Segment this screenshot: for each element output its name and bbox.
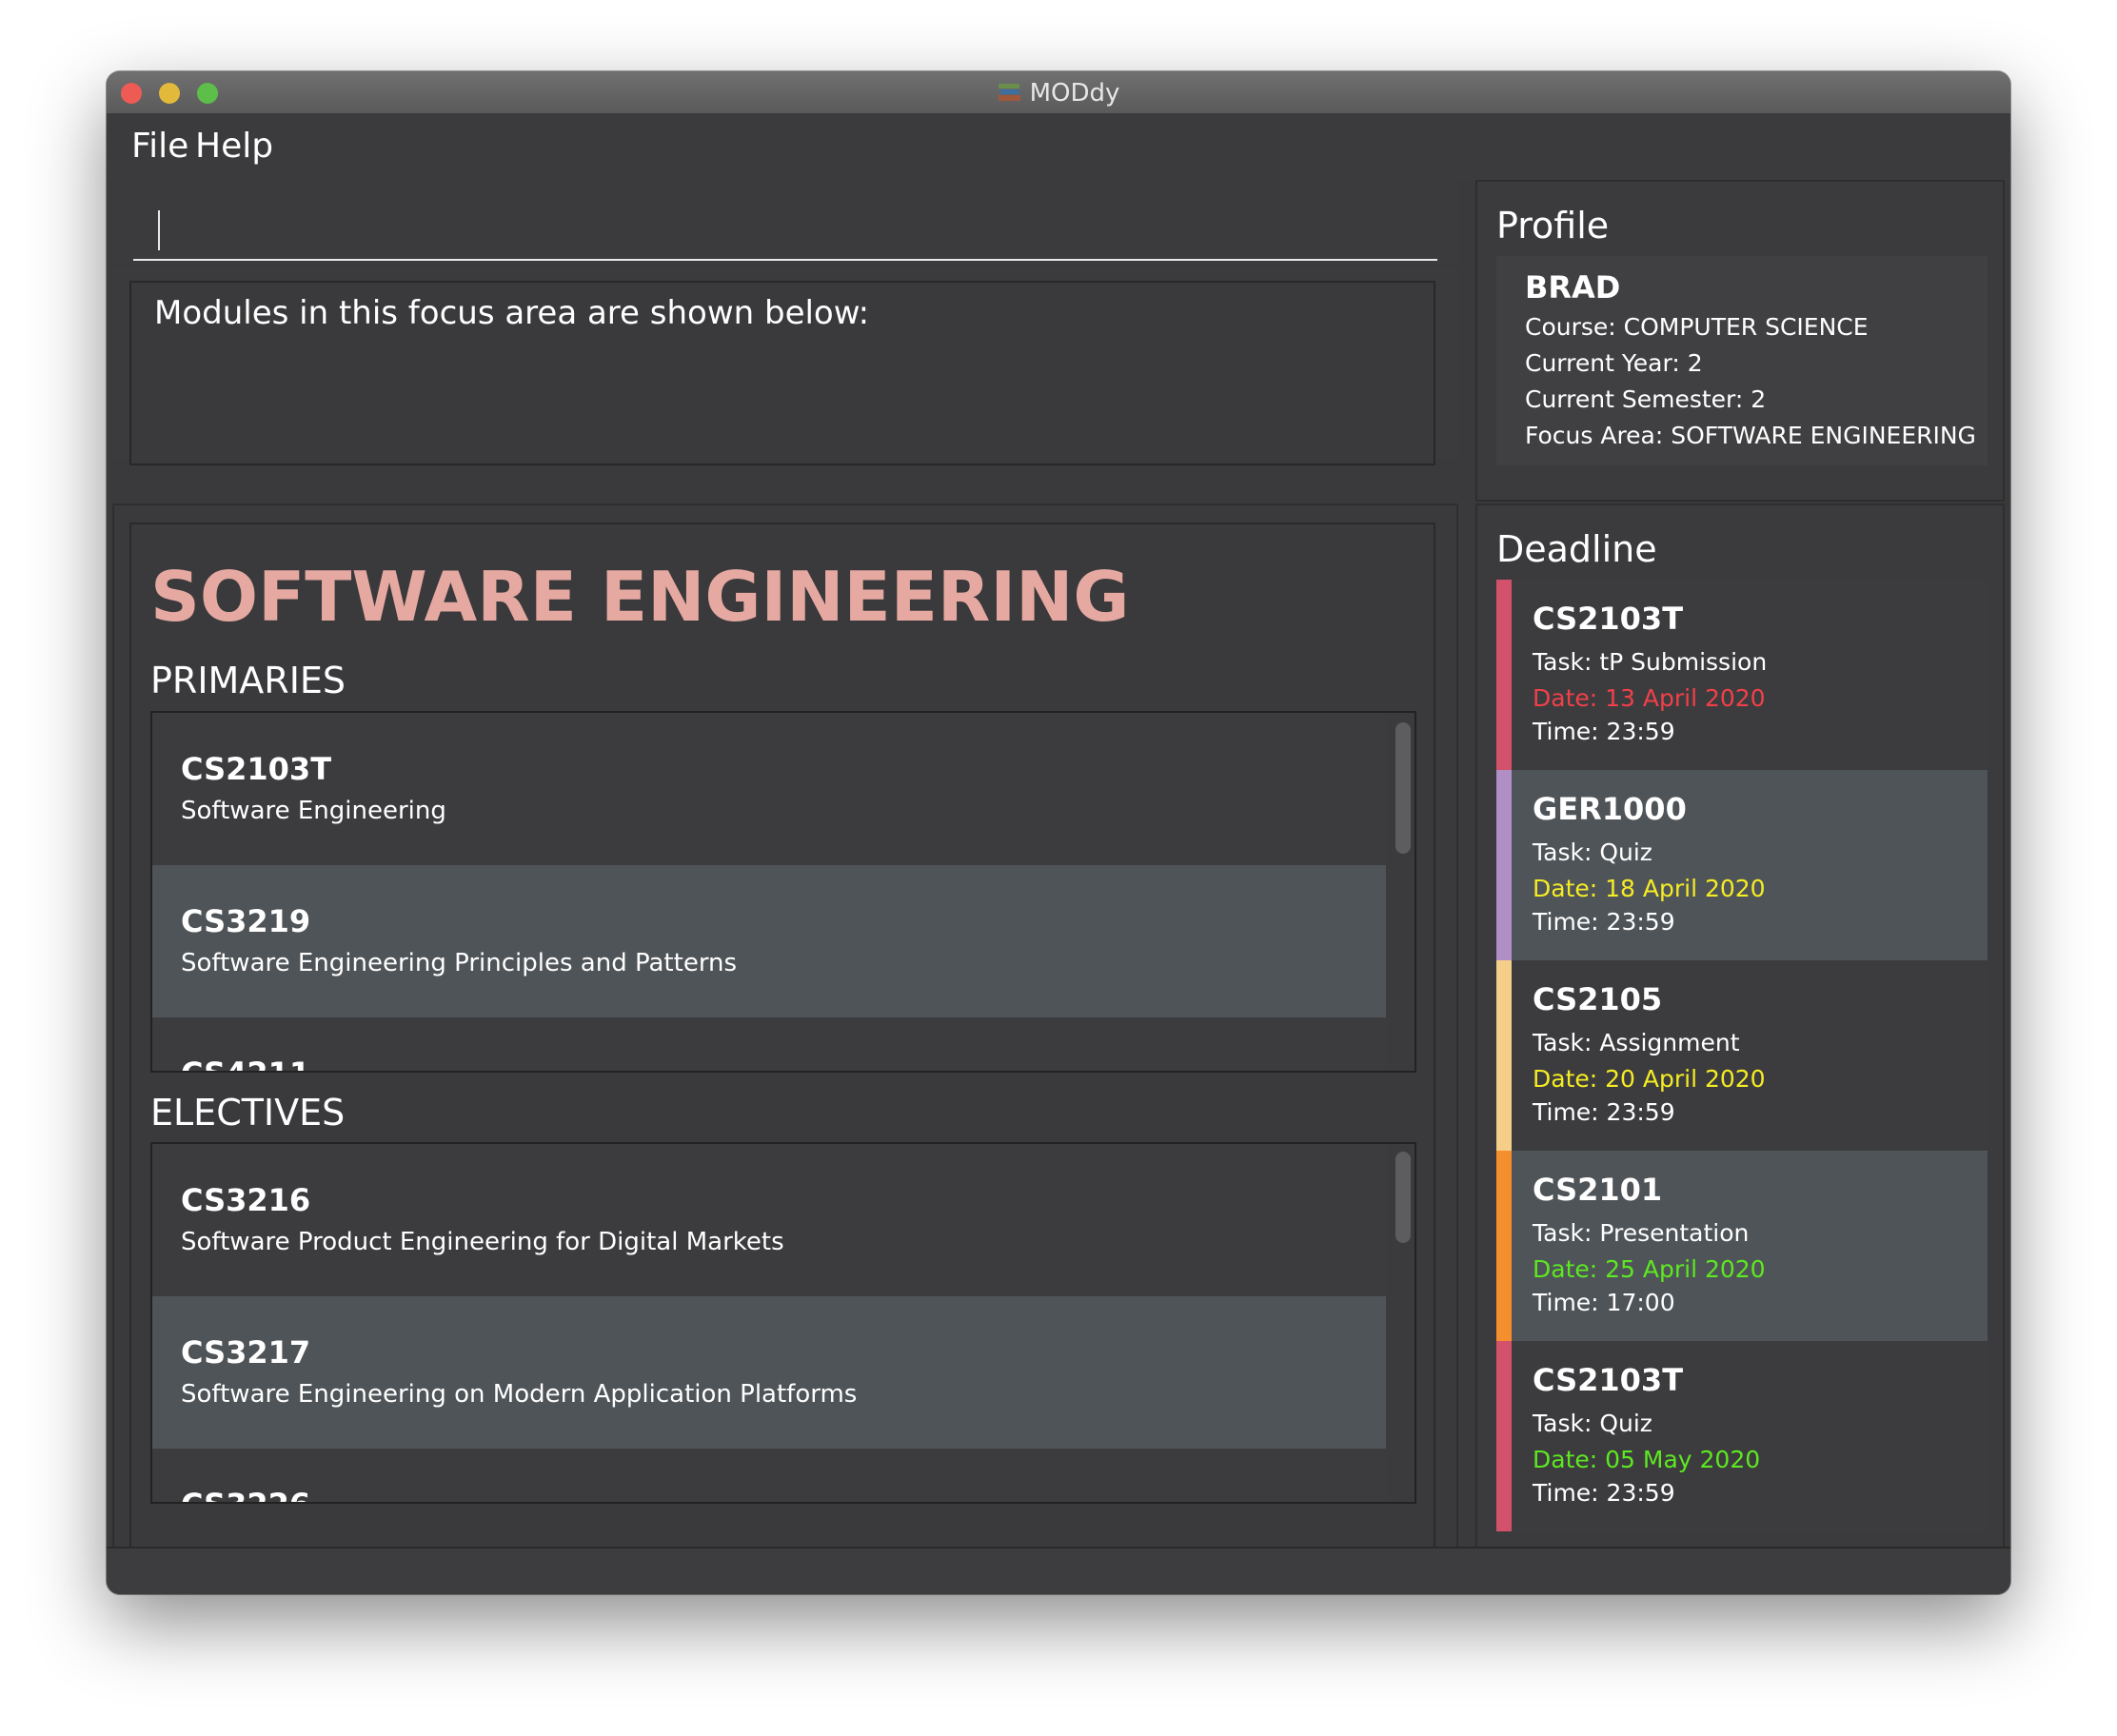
menu-help[interactable]: Help bbox=[195, 127, 273, 166]
result-text: Modules in this focus area are shown bel… bbox=[154, 294, 870, 332]
list-item[interactable]: CS4211 bbox=[152, 1017, 1386, 1071]
deadline-card[interactable]: CS2101 Task: Presentation Date: 25 April… bbox=[1496, 1151, 1988, 1341]
deadline-date: Date: 05 May 2020 bbox=[1533, 1446, 1761, 1473]
deadline-date: Date: 13 April 2020 bbox=[1533, 684, 1766, 712]
list-item[interactable]: CS3219 Software Engineering Principles a… bbox=[152, 865, 1386, 1017]
deadline-module-code: GER1000 bbox=[1533, 791, 1687, 827]
list-item[interactable]: CS3226 bbox=[152, 1449, 1386, 1502]
deadline-task: Task: Quiz bbox=[1533, 1410, 1652, 1437]
deadline-card[interactable]: CS2103T Task: tP Submission Date: 13 Apr… bbox=[1496, 580, 1988, 770]
deadline-color-bar bbox=[1496, 1151, 1512, 1341]
deadline-date: Date: 25 April 2020 bbox=[1533, 1255, 1766, 1283]
deadline-card[interactable]: CS2103T Task: Quiz Date: 05 May 2020 Tim… bbox=[1496, 1341, 1988, 1531]
deadline-task: Task: tP Submission bbox=[1533, 648, 1768, 676]
module-name: Software Engineering Principles and Patt… bbox=[181, 949, 738, 977]
profile-focus-area: Focus Area: SOFTWARE ENGINEERING bbox=[1525, 422, 1976, 449]
deadline-color-bar bbox=[1496, 1341, 1512, 1531]
command-input[interactable] bbox=[133, 259, 1437, 261]
command-box[interactable] bbox=[112, 180, 1458, 264]
deadline-task: Task: Assignment bbox=[1533, 1029, 1740, 1056]
deadline-color-bar bbox=[1496, 960, 1512, 1151]
module-name: Software Engineering bbox=[181, 797, 446, 825]
menu-file[interactable]: File bbox=[131, 127, 188, 166]
deadline-heading: Deadline bbox=[1496, 528, 1657, 570]
electives-scrollbar[interactable] bbox=[1395, 1152, 1411, 1243]
profile-name: BRAD bbox=[1525, 269, 1621, 306]
module-code: CS2103T bbox=[181, 751, 332, 787]
module-name: Software Engineering on Modern Applicati… bbox=[181, 1380, 858, 1409]
title-bar: MODdy bbox=[107, 71, 2010, 114]
deadline-panel: Deadline CS2103T Task: tP Submission Dat… bbox=[1475, 503, 2005, 1594]
deadline-module-code: CS2103T bbox=[1533, 601, 1684, 637]
window-title: MODdy bbox=[1029, 79, 1120, 108]
module-code: CS3217 bbox=[181, 1334, 311, 1371]
profile-year: Current Year: 2 bbox=[1525, 349, 1703, 377]
result-display: Modules in this focus area are shown bel… bbox=[129, 281, 1435, 465]
primaries-heading: PRIMARIES bbox=[150, 660, 346, 701]
deadline-date: Date: 18 April 2020 bbox=[1533, 875, 1766, 902]
electives-list[interactable]: CS3216 Software Product Engineering for … bbox=[150, 1142, 1416, 1504]
profile-card: BRAD Course: COMPUTER SCIENCE Current Ye… bbox=[1496, 256, 1988, 465]
module-code: CS3216 bbox=[181, 1182, 311, 1218]
status-bar bbox=[107, 1547, 2010, 1594]
deadline-time: Time: 17:00 bbox=[1533, 1289, 1675, 1316]
profile-heading: Profile bbox=[1496, 205, 1610, 247]
electives-heading: ELECTIVES bbox=[150, 1092, 346, 1134]
focus-area-title: SOFTWARE ENGINEERING bbox=[150, 557, 1130, 637]
deadline-time: Time: 23:59 bbox=[1533, 1098, 1675, 1126]
deadline-task: Task: Presentation bbox=[1533, 1219, 1750, 1247]
deadline-module-code: CS2103T bbox=[1533, 1362, 1684, 1398]
deadline-module-code: CS2101 bbox=[1533, 1172, 1663, 1208]
deadline-card[interactable]: CS2105 Task: Assignment Date: 20 April 2… bbox=[1496, 960, 1988, 1151]
module-code: CS3226 bbox=[181, 1487, 310, 1502]
deadline-module-code: CS2105 bbox=[1533, 981, 1663, 1017]
list-item[interactable]: CS3216 Software Product Engineering for … bbox=[152, 1144, 1386, 1296]
module-code: CS3219 bbox=[181, 903, 311, 939]
profile-semester: Current Semester: 2 bbox=[1525, 385, 1767, 413]
module-code: CS4211 bbox=[181, 1055, 310, 1071]
app-window: MODdy File Help Modules in this focus ar… bbox=[107, 71, 2010, 1594]
deadline-color-bar bbox=[1496, 580, 1512, 770]
text-caret bbox=[158, 210, 160, 250]
books-icon bbox=[998, 81, 1022, 102]
deadline-date: Date: 20 April 2020 bbox=[1533, 1065, 1766, 1093]
window-title-wrap: MODdy bbox=[107, 79, 2010, 108]
primaries-list[interactable]: CS2103T Software Engineering CS3219 Soft… bbox=[150, 711, 1416, 1073]
module-name: Software Product Engineering for Digital… bbox=[181, 1228, 784, 1256]
profile-panel: Profile BRAD Course: COMPUTER SCIENCE Cu… bbox=[1475, 180, 2005, 502]
deadline-color-bar bbox=[1496, 770, 1512, 960]
deadline-time: Time: 23:59 bbox=[1533, 908, 1675, 936]
profile-course: Course: COMPUTER SCIENCE bbox=[1525, 313, 1869, 341]
deadline-time: Time: 23:59 bbox=[1533, 1479, 1675, 1507]
deadline-time: Time: 23:59 bbox=[1533, 718, 1675, 745]
deadline-task: Task: Quiz bbox=[1533, 838, 1652, 866]
deadline-card[interactable]: GER1000 Task: Quiz Date: 18 April 2020 T… bbox=[1496, 770, 1988, 960]
menu-bar: File Help bbox=[107, 113, 2010, 180]
primaries-scrollbar[interactable] bbox=[1395, 722, 1411, 854]
list-item[interactable]: CS3217 Software Engineering on Modern Ap… bbox=[152, 1296, 1386, 1449]
list-item[interactable]: CS2103T Software Engineering bbox=[152, 713, 1386, 865]
